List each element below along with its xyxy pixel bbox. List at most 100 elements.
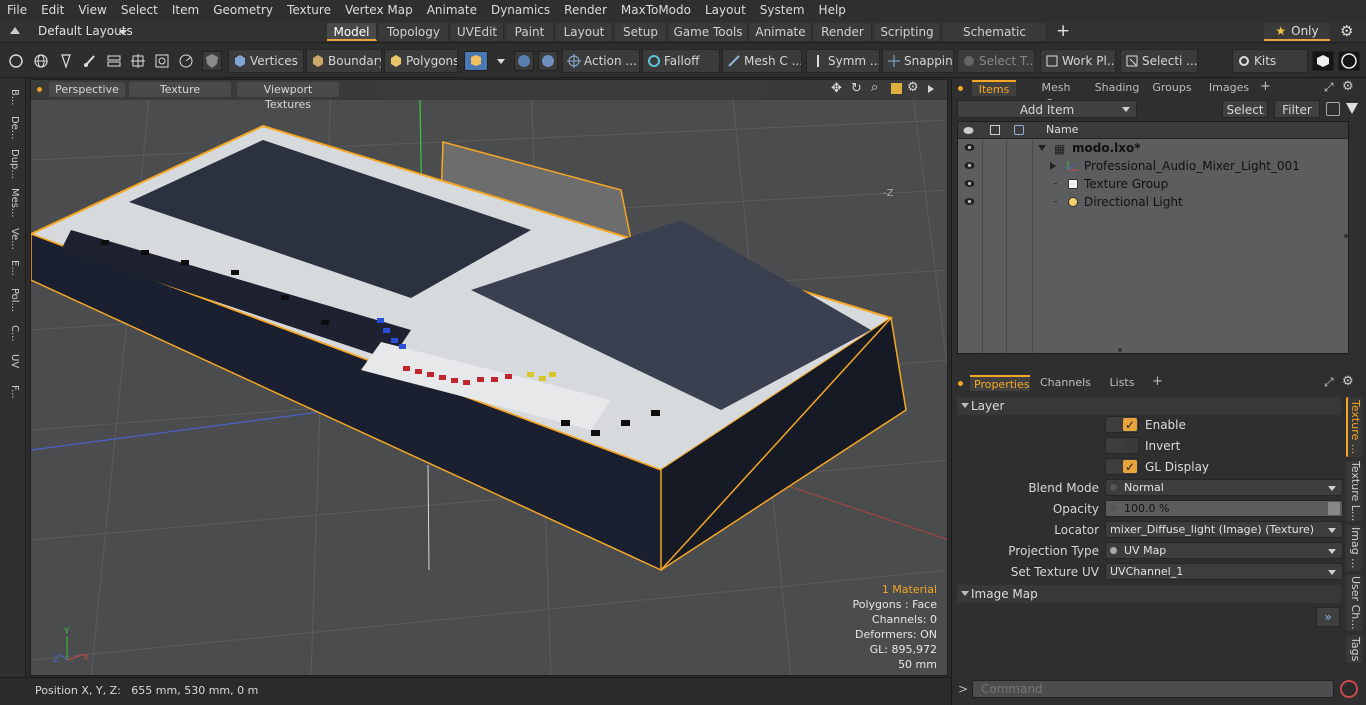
view-mode-button[interactable]: Perspective — [49, 82, 125, 97]
side-tab-tags[interactable]: Tags — [1346, 635, 1362, 663]
menu-dynamics[interactable]: Dynamics — [484, 0, 557, 21]
viewport-textures-button[interactable]: Viewport Textures — [237, 82, 339, 111]
left-tab-duplicate[interactable]: Dup... — [4, 147, 20, 181]
tab-animate[interactable]: Animate — [750, 23, 812, 41]
move-icon[interactable] — [130, 53, 146, 69]
rotate-view-icon[interactable]: ↻ — [851, 81, 862, 96]
list-item[interactable]: Professional_Audio_Mixer_Light_001 — [958, 157, 1348, 175]
menu-maxtomodo[interactable]: MaxToModo — [614, 0, 698, 21]
record-icon[interactable] — [1340, 680, 1358, 698]
menu-render[interactable]: Render — [557, 0, 614, 21]
eye-icon[interactable] — [964, 143, 975, 152]
left-tab-polygon[interactable]: Pol... — [4, 283, 20, 317]
panel-gear-icon[interactable]: ⚙ — [1342, 374, 1354, 389]
add-tab-icon[interactable]: + — [1056, 21, 1070, 41]
tab-topology[interactable]: Topology — [379, 23, 449, 41]
move-view-icon[interactable]: ✥ — [831, 81, 842, 96]
expand-panel-icon[interactable]: ⤢ — [1324, 375, 1334, 390]
polygons-button[interactable]: Polygons — [384, 49, 458, 73]
item-list[interactable]: Name ▦ modo.lxo* Professional_Audio_Mixe… — [957, 121, 1349, 354]
name-column-header[interactable]: Name — [1046, 123, 1078, 136]
fit-view-icon[interactable] — [891, 83, 902, 94]
mesh-constraint-button[interactable]: Mesh C ... — [722, 49, 802, 73]
snapping-button[interactable]: Snapping — [882, 49, 954, 73]
mixer-model[interactable] — [31, 124, 907, 572]
slider-handle-icon[interactable] — [1328, 502, 1340, 515]
section-image-map[interactable]: Image Map — [957, 585, 1341, 603]
boundary-button[interactable]: Boundary — [306, 49, 382, 73]
menu-layout[interactable]: Layout — [698, 0, 753, 21]
menu-file[interactable]: File — [0, 0, 34, 21]
tab-images[interactable]: Images — [1204, 80, 1254, 96]
tab-mesh-ops[interactable]: Mesh Ops — [1026, 80, 1086, 110]
symmetry-button[interactable]: Symm ... — [806, 49, 880, 73]
unreal-logo-button[interactable] — [1338, 51, 1360, 71]
viewport-gear-icon[interactable]: ⚙ — [907, 80, 919, 95]
panel-gear-icon[interactable]: ⚙ — [1342, 79, 1354, 94]
filter-button[interactable]: Filter — [1274, 100, 1320, 118]
selection-sets-button[interactable]: Selecti ... — [1120, 49, 1198, 73]
opacity-slider[interactable]: 100.0 % — [1105, 500, 1343, 517]
locator-select[interactable]: mixer_Diffuse_light (Image) (Texture) — [1105, 521, 1343, 538]
list-scroll-handle[interactable] — [1118, 348, 1122, 352]
side-tab-user-channels[interactable]: User Ch... — [1346, 575, 1362, 631]
tab-channels[interactable]: Channels — [1036, 375, 1091, 391]
set-uv-select[interactable]: UVChannel_1 — [1105, 563, 1343, 580]
add-item-button[interactable]: Add Item — [957, 100, 1137, 118]
tab-scripting[interactable]: Scripting — [874, 23, 941, 41]
tab-render[interactable]: Render — [814, 23, 872, 41]
menu-system[interactable]: System — [753, 0, 812, 21]
work-plane-button[interactable]: Work Pl... — [1040, 49, 1116, 73]
rotate-icon[interactable] — [178, 53, 194, 69]
shield-toggle[interactable] — [202, 51, 222, 71]
falloff-button[interactable]: Falloff — [642, 49, 720, 73]
left-tab-curve[interactable]: C... — [4, 321, 20, 345]
snap-toggle-b[interactable] — [538, 51, 558, 71]
menu-help[interactable]: Help — [812, 0, 853, 21]
tab-lists[interactable]: Lists — [1104, 375, 1140, 391]
gear-icon[interactable]: ⚙ — [1340, 22, 1353, 40]
invert-checkbox[interactable] — [1105, 437, 1139, 454]
item-mode-toggle[interactable] — [464, 51, 488, 71]
tab-game-tools[interactable]: Game Tools — [669, 23, 748, 41]
side-tab-image[interactable]: Imag ... — [1346, 525, 1362, 571]
kits-button[interactable]: Kits — [1232, 49, 1308, 73]
eye-icon[interactable] — [964, 161, 975, 170]
modo-logo-button[interactable] — [1312, 51, 1334, 71]
tab-schematic-fusion[interactable]: Schematic Fusion — [943, 23, 1047, 57]
globe-icon[interactable] — [33, 53, 49, 69]
gl-display-checkbox[interactable]: ✓ — [1105, 458, 1139, 475]
layout-up-icon[interactable] — [10, 27, 20, 34]
menu-view[interactable]: View — [71, 0, 113, 21]
tab-paint[interactable]: Paint — [506, 23, 554, 41]
side-tab-texture-layers[interactable]: Texture L... — [1346, 461, 1362, 521]
add-panel-tab-icon[interactable]: + — [1260, 79, 1271, 94]
tab-items[interactable]: Items — [972, 80, 1016, 96]
projection-select[interactable]: UV Map — [1105, 542, 1343, 559]
transform-icon[interactable] — [106, 53, 122, 69]
menu-select[interactable]: Select — [114, 0, 165, 21]
tab-properties[interactable]: Properties — [970, 375, 1030, 391]
left-tab-vertex[interactable]: Ve... — [4, 225, 20, 253]
menu-texture[interactable]: Texture — [280, 0, 338, 21]
tab-uvedit[interactable]: UVEdit — [451, 23, 504, 41]
shading-mode-button[interactable]: Texture — [129, 82, 231, 97]
left-tab-edge[interactable]: E... — [4, 257, 20, 279]
funnel-icon[interactable] — [1346, 103, 1358, 114]
only-toggle[interactable]: ★ Only — [1264, 23, 1330, 41]
chevron-down-icon[interactable] — [119, 30, 127, 35]
expand-arrow-icon[interactable] — [1050, 162, 1056, 170]
section-layer[interactable]: Layer — [957, 397, 1341, 415]
left-tab-deform[interactable]: De... — [4, 113, 20, 143]
pen-icon[interactable] — [58, 53, 74, 69]
tab-shading[interactable]: Shading — [1090, 80, 1144, 96]
menu-animate[interactable]: Animate — [420, 0, 484, 21]
list-item[interactable]: Directional Light — [958, 193, 1348, 211]
viewport-expand-icon[interactable] — [928, 85, 934, 93]
tab-setup[interactable]: Setup — [615, 23, 667, 41]
tab-model[interactable]: Model — [327, 23, 377, 41]
menu-edit[interactable]: Edit — [34, 0, 71, 21]
add-panel-tab-icon[interactable]: + — [1152, 374, 1163, 389]
viewport-scene[interactable]: -Z Y X Z — [31, 80, 948, 676]
menu-item[interactable]: Item — [165, 0, 206, 21]
